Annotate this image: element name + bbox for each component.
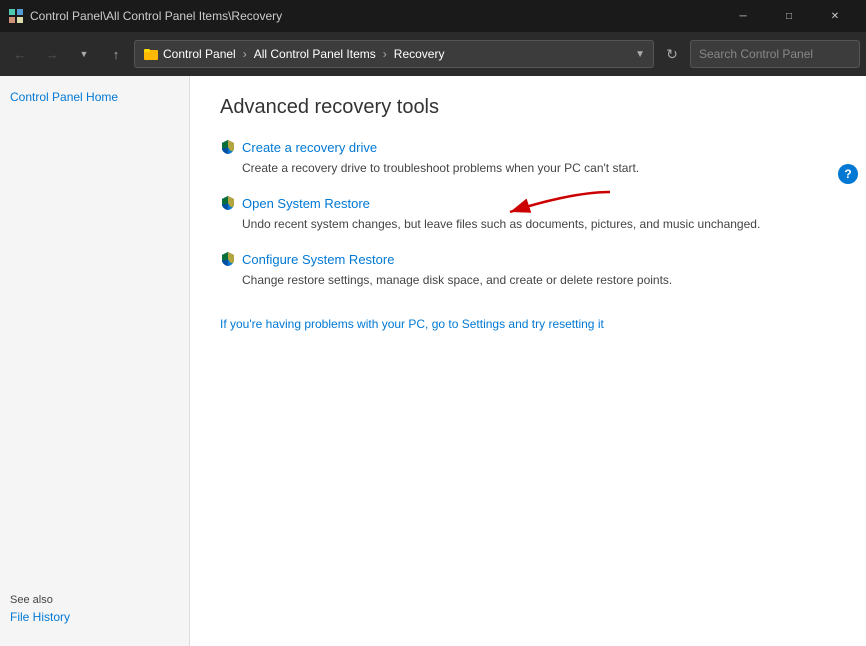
control-panel-home-link[interactable]: Control Panel Home [10,88,179,106]
configure-system-restore-desc: Change restore settings, manage disk spa… [220,271,836,289]
main-area: Control Panel Home See also File History… [0,76,866,646]
see-also-label: See also [10,594,179,606]
search-box[interactable] [690,40,860,68]
crumb2[interactable]: All Control Panel Items [254,47,376,61]
recovery-drive-item: Create a recovery drive Create a recover… [220,139,836,177]
create-recovery-drive-desc: Create a recovery drive to troubleshoot … [220,159,836,177]
recent-button[interactable]: ▼ [70,40,98,68]
content-area: Advanced recovery tools Create a recover… [190,76,866,646]
address-bar[interactable]: Control Panel › All Control Panel Items … [134,40,654,68]
forward-button[interactable]: → [38,40,66,68]
open-system-restore-link[interactable]: Open System Restore [242,196,370,211]
configure-system-restore-item: Configure System Restore Change restore … [220,251,836,289]
shield-icon-2 [220,195,236,211]
page-title: Advanced recovery tools [220,96,836,119]
titlebar-controls: ─ □ ✕ [720,0,858,32]
search-input[interactable] [699,47,854,61]
up-button[interactable]: ↑ [102,40,130,68]
crumb1[interactable]: Control Panel [163,47,236,61]
refresh-button[interactable]: ↻ [658,40,686,68]
system-restore-item: Open System Restore Undo recent system c… [220,195,836,233]
back-button[interactable]: ← [6,40,34,68]
folder-icon [143,46,159,62]
create-recovery-drive-link[interactable]: Create a recovery drive [242,140,377,155]
sidebar: Control Panel Home See also File History [0,76,190,646]
titlebar-app-icon [8,8,24,24]
help-button[interactable]: ? [838,164,858,184]
open-system-restore-desc: Undo recent system changes, but leave fi… [220,215,836,233]
crumb3: Recovery [394,47,445,61]
reset-pc-link[interactable]: If you're having problems with your PC, … [220,317,604,331]
titlebar: Control Panel\All Control Panel Items\Re… [0,0,866,32]
minimize-button[interactable]: ─ [720,0,766,32]
shield-icon-1 [220,139,236,155]
titlebar-title: Control Panel\All Control Panel Items\Re… [30,9,720,23]
addressbar: ← → ▼ ↑ Control Panel › All Control Pane… [0,32,866,76]
file-history-link[interactable]: File History [10,610,70,624]
close-button[interactable]: ✕ [812,0,858,32]
configure-system-restore-link[interactable]: Configure System Restore [242,252,394,267]
shield-icon-3 [220,251,236,267]
restore-button[interactable]: □ [766,0,812,32]
